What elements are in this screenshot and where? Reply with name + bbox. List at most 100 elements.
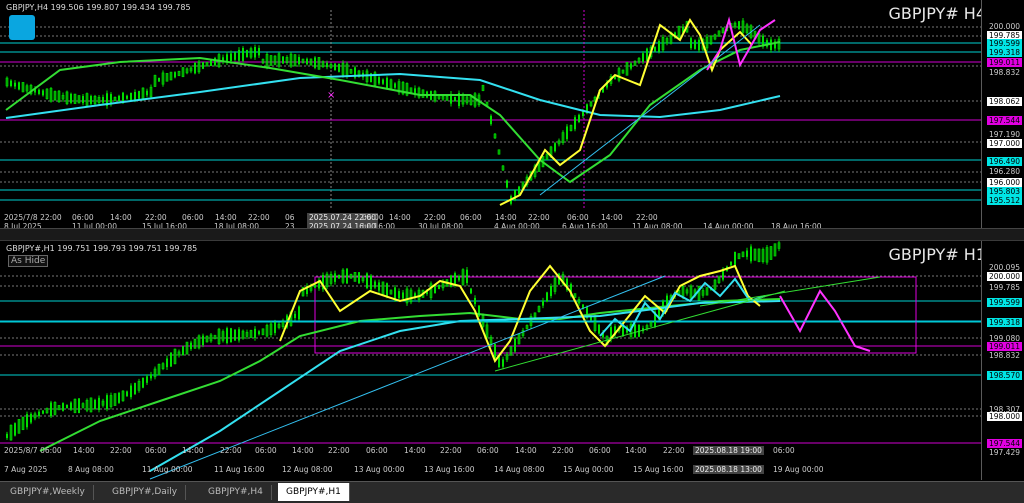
- h1-price-label: 199.785: [988, 283, 1020, 292]
- candle-body: [338, 274, 340, 279]
- h4-price-label: 195.512: [986, 196, 1022, 205]
- chart-tab[interactable]: GBPJPY#,Daily: [104, 485, 187, 500]
- candle-body: [42, 410, 44, 414]
- candle-body: [246, 49, 248, 58]
- candle-body: [366, 273, 368, 289]
- h4-price-axis[interactable]: 200.000 199.785 199.599 199.318 199.011 198.8…: [981, 0, 1024, 228]
- candle-body: [334, 273, 336, 282]
- candle-body: [438, 284, 440, 290]
- h1-chart-pane[interactable]: GBPJPY#,H1 199.751 199.793 199.751 199.7…: [0, 240, 1024, 480]
- h1-time-label: 06:00: [477, 446, 499, 455]
- candle-body: [130, 92, 132, 101]
- candle-body: [698, 39, 700, 51]
- h1-price-label: 198.570: [986, 371, 1022, 380]
- h4-time-label: 06:00: [460, 213, 482, 222]
- as-hide-button[interactable]: As Hide: [8, 255, 49, 267]
- candle-body: [654, 47, 656, 52]
- candle-body: [542, 300, 544, 306]
- h4-time-label: 2025/7/8 22:00: [4, 213, 62, 222]
- h1-chart-canvas[interactable]: [0, 241, 982, 480]
- candle-body: [38, 411, 40, 417]
- candle-body: [14, 82, 16, 87]
- h1-price-axis[interactable]: 200.095 200.000 199.785 199.599 199.318 199.0…: [981, 241, 1024, 480]
- candle-body: [90, 95, 92, 104]
- candle-body: [554, 143, 556, 152]
- h1-date-label: 19 Aug 00:00: [773, 465, 824, 474]
- candle-body: [142, 377, 144, 388]
- h4-chart-canvas[interactable]: ×: [0, 0, 982, 228]
- candle-body: [294, 313, 296, 319]
- candle-body: [634, 324, 636, 338]
- candle-body: [386, 283, 388, 298]
- candle-body: [234, 329, 236, 341]
- candle-body: [30, 413, 32, 423]
- candle-body: [566, 126, 568, 140]
- candle-body: [574, 117, 576, 130]
- h1-price-label: 199.011: [986, 342, 1022, 351]
- h1-time-label: 06:00: [255, 446, 277, 455]
- h4-chart-pane[interactable]: × GBPJPY,H4 199.506 199.807 199.434 199.…: [0, 0, 1024, 228]
- h1-time-label: 06:00: [773, 446, 795, 455]
- h1-time-label: 06:00: [145, 446, 167, 455]
- candle-body: [134, 383, 136, 395]
- candle-body: [398, 291, 400, 299]
- candle-body: [254, 328, 256, 338]
- candle-body: [690, 38, 692, 49]
- chart-tab[interactable]: GBPJPY#,H4: [200, 485, 272, 500]
- candle-body: [386, 77, 388, 89]
- candle-body: [158, 77, 160, 82]
- h4-time-label: 22:00: [424, 213, 446, 222]
- h4-price-label: 198.832: [988, 68, 1020, 77]
- h1-date-label: 13 Aug 16:00: [424, 465, 475, 474]
- candle-body: [146, 90, 148, 96]
- candle-body: [598, 324, 600, 334]
- h4-time-label: 22:00: [248, 213, 270, 222]
- app-logo-icon: [9, 15, 35, 40]
- h1-time-label: 2025/8/7 06:00: [4, 446, 62, 455]
- h1-range-box: [314, 276, 917, 354]
- candle-body: [494, 344, 496, 358]
- candle-body: [506, 180, 508, 188]
- candle-body: [202, 62, 204, 69]
- candle-body: [202, 335, 204, 346]
- h1-date-label: 15 Aug 00:00: [563, 465, 614, 474]
- candle-body: [402, 292, 404, 299]
- h1-time-label: 22:00: [663, 446, 685, 455]
- candle-body: [70, 402, 72, 410]
- h4-symbol-title: GBPJPY# H4: [888, 4, 986, 23]
- candle-body: [14, 423, 16, 436]
- candle-body: [42, 90, 44, 96]
- candle-body: [730, 261, 732, 266]
- candle-body: [518, 186, 520, 195]
- h4-time-label: 14:00: [601, 213, 623, 222]
- chart-tab[interactable]: GBPJPY#,Weekly: [2, 485, 94, 500]
- h4-price-label: 195.803: [986, 187, 1022, 196]
- h4-price-label: 197.544: [986, 116, 1022, 125]
- chart-tab[interactable]: GBPJPY#,H1: [278, 483, 350, 501]
- candle-body: [226, 328, 228, 343]
- h1-time-label: 14:00: [625, 446, 647, 455]
- candle-body: [190, 342, 192, 350]
- candle-body: [174, 72, 176, 78]
- candle-body: [470, 288, 472, 294]
- candle-body: [338, 63, 340, 72]
- candle-body: [394, 83, 396, 88]
- chart-tab-bar: GBPJPY#,Weekly GBPJPY#,Daily GBPJPY#,H4 GBP…: [0, 481, 1024, 503]
- h1-time-label: 14:00: [292, 446, 314, 455]
- candle-body: [358, 272, 360, 284]
- candle-body: [374, 281, 376, 288]
- h1-date-label: 11 Aug 00:00: [142, 465, 193, 474]
- candle-body: [118, 95, 120, 102]
- candle-body: [230, 328, 232, 343]
- h1-ohlc-header: GBPJPY#,H1 199.751 199.793 199.751 199.7…: [6, 244, 198, 253]
- h1-price-label: 199.318: [986, 318, 1022, 327]
- h1-date-label: 2025.08.18 13:00: [693, 465, 764, 474]
- candle-body: [78, 398, 80, 414]
- candle-body: [6, 433, 8, 438]
- candle-body: [146, 376, 148, 383]
- candle-body: [382, 79, 384, 84]
- candle-body: [490, 115, 492, 125]
- h1-date-label: 15 Aug 16:00: [633, 465, 684, 474]
- candle-body: [370, 275, 372, 290]
- candle-body: [238, 49, 240, 61]
